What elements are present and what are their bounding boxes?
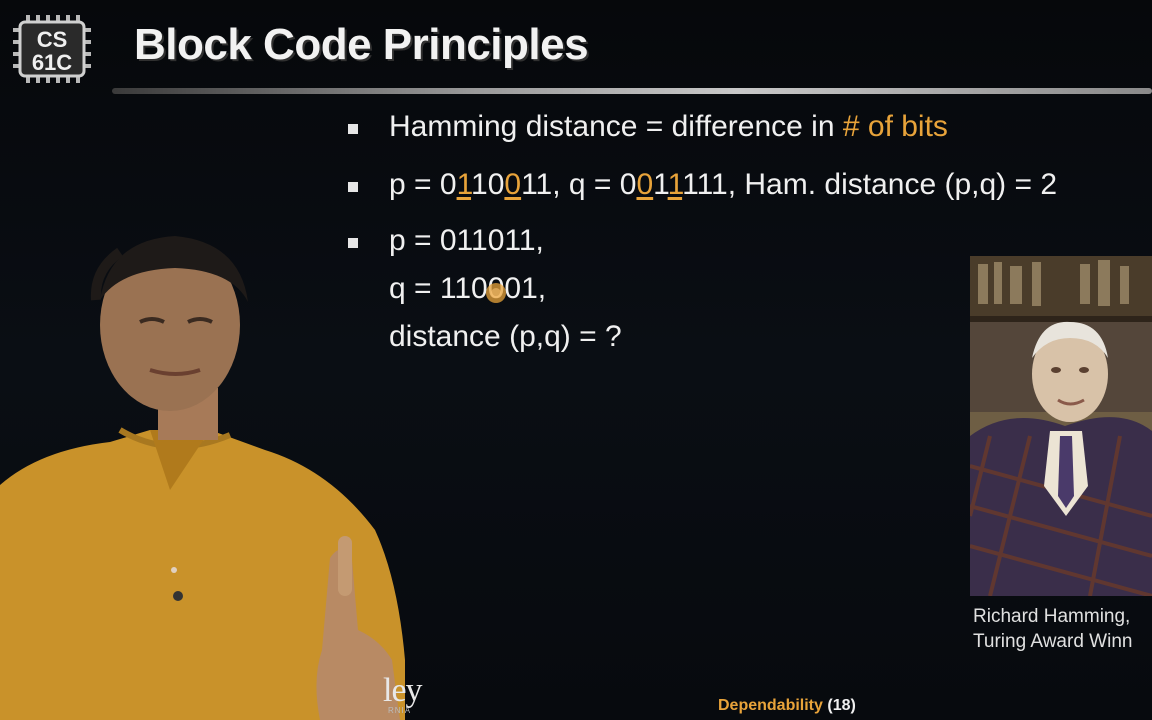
diff-bit-p-2: 0 xyxy=(504,168,522,201)
logo-line-2: 61C xyxy=(32,50,72,75)
bullet-marker xyxy=(348,124,358,134)
laser-pointer-dot xyxy=(486,283,506,303)
same-bit: 1 xyxy=(682,168,697,201)
cs61c-chip-logo: CS 61C xyxy=(13,15,91,83)
bullet-1-highlight: # of bits xyxy=(842,110,948,143)
question-distance: distance (p,q) = ? xyxy=(389,320,622,353)
slide-title: Block Code Principles xyxy=(134,20,589,69)
title-divider xyxy=(112,88,1152,94)
diff-bit-q-1: 0 xyxy=(636,168,654,201)
diff-bit-p-1: 1 xyxy=(456,168,472,201)
footer-section: Dependability xyxy=(718,697,823,714)
photo-caption-name: Richard Hamming, xyxy=(973,606,1131,627)
presenter-video xyxy=(0,236,405,720)
slide-footer: Dependability (18) xyxy=(718,697,856,715)
logo-line-1: CS xyxy=(37,27,68,52)
slide-number: (18) xyxy=(827,697,856,714)
same-bit: 0 xyxy=(487,168,505,201)
photo-caption-award: Turing Award Winn xyxy=(973,631,1133,652)
berkeley-logo-text: ley xyxy=(383,672,423,709)
slide: CS 61C Block Code Principles Hamming dis… xyxy=(0,0,1152,720)
same-bit: 1 xyxy=(471,168,488,201)
bullet-hamming-definition: Hamming distance = difference in # of bi… xyxy=(389,110,948,144)
diff-bit-q-2: 1 xyxy=(667,168,683,201)
same-bit: 1 xyxy=(653,168,668,201)
bullet-hamming-example: p = 0110011, q = 0011111, Ham. distance … xyxy=(389,168,1057,202)
richard-hamming-photo xyxy=(970,256,1152,596)
example-p-label: p = 0 xyxy=(389,168,457,201)
bullet-marker xyxy=(348,182,358,192)
berkeley-logo-subtext: RNIA xyxy=(388,706,412,715)
example-q-label: 11, q = 0 xyxy=(521,168,637,201)
bullet-1-text: Hamming distance = difference in xyxy=(389,110,843,143)
example-result: 11, Ham. distance (p,q) = 2 xyxy=(696,168,1058,201)
